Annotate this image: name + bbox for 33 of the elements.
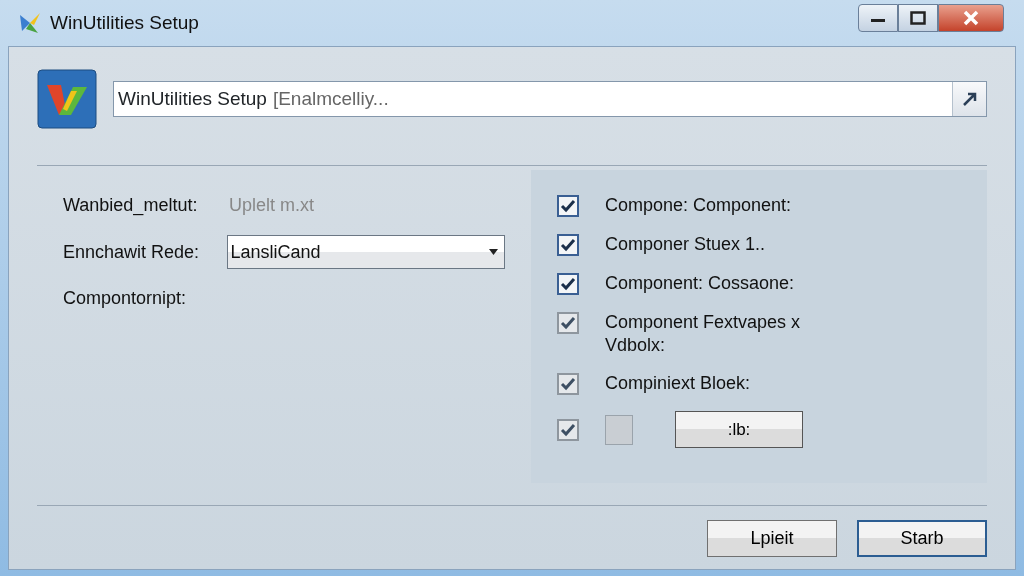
checkbox-label: Compiniext Bloek: xyxy=(605,372,751,395)
checkbox[interactable] xyxy=(557,234,579,256)
close-icon xyxy=(962,10,980,26)
path-field[interactable]: WinUtilities Setup [Enalmcelliy... xyxy=(113,81,987,117)
minimize-button[interactable] xyxy=(858,4,898,32)
dialog-button[interactable]: Lpieit xyxy=(707,520,837,557)
checkbox[interactable] xyxy=(557,195,579,217)
checkbox-label: Component: Cossaone: xyxy=(605,272,795,295)
field-label: Wanbied_meltut: xyxy=(63,194,199,218)
app-logo-icon xyxy=(37,69,97,129)
checkbox-label: Componer Stuex 1.. xyxy=(605,233,766,256)
window-title: WinUtilities Setup xyxy=(50,10,199,35)
dropdown-arrow-icon xyxy=(489,249,498,255)
check-icon xyxy=(560,199,576,213)
field-value: Uplelt m.xt xyxy=(229,194,315,217)
check-icon xyxy=(560,377,576,391)
checkbox-label: Component Fextvapes x Vdbolx: xyxy=(605,311,802,356)
path-input[interactable]: [Enalmcelliy... xyxy=(266,83,952,115)
go-button[interactable] xyxy=(952,82,986,116)
check-icon xyxy=(560,423,576,437)
maximize-button[interactable] xyxy=(898,4,938,32)
checkbox-label: Compone: Component: xyxy=(605,194,792,217)
color-swatch xyxy=(605,414,633,445)
dropdown[interactable]: LansliCand xyxy=(227,235,505,269)
field-label: Ennchawit Rede: xyxy=(63,240,201,264)
checkbox[interactable] xyxy=(557,273,579,295)
maximize-icon xyxy=(910,11,926,25)
field-label: Compontornipt: xyxy=(63,287,188,310)
close-button[interactable] xyxy=(938,4,1004,32)
dialog-button[interactable]: Starb xyxy=(857,520,987,557)
check-icon xyxy=(560,277,576,291)
check-icon xyxy=(560,316,576,330)
check-icon xyxy=(560,238,576,252)
